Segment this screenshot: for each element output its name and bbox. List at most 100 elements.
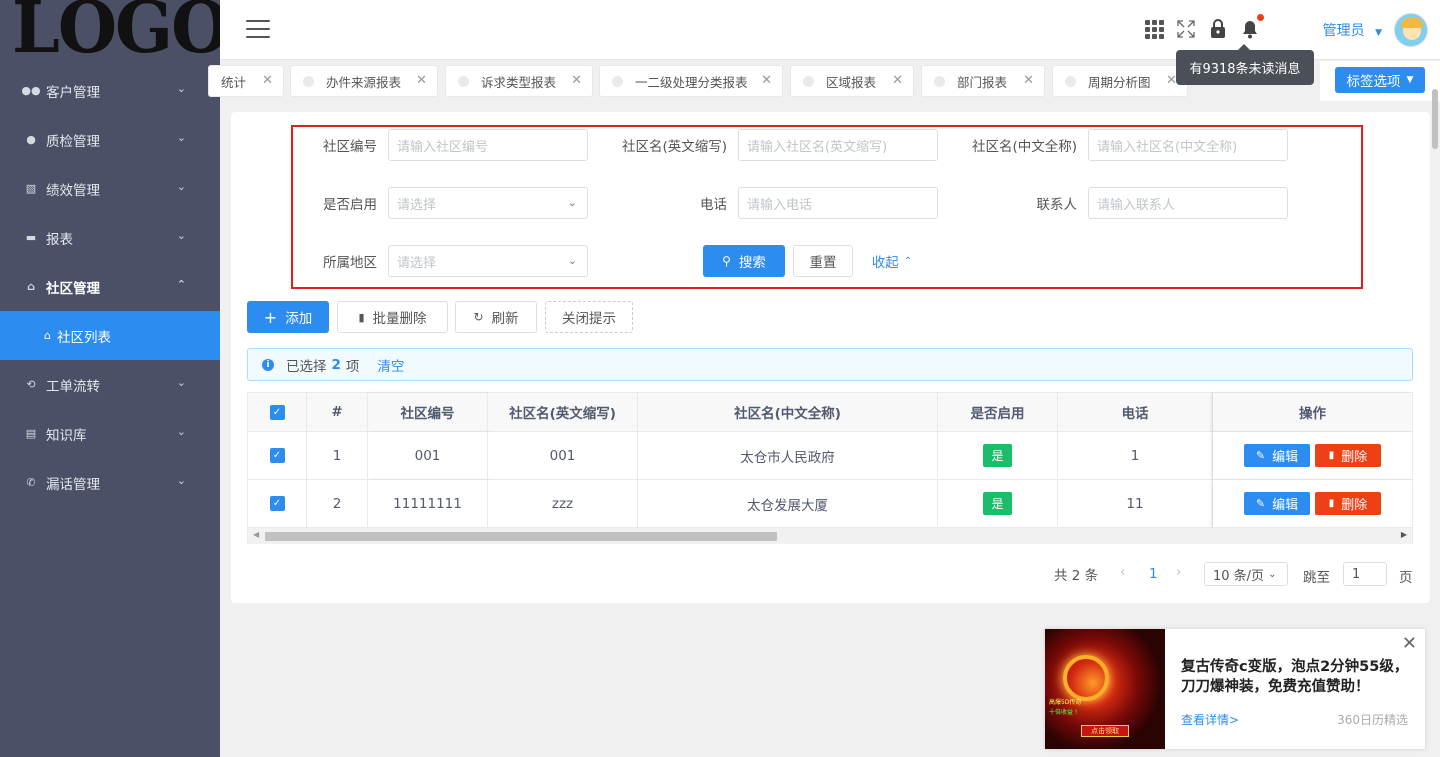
user-menu[interactable]: 管理员 ▼ bbox=[1323, 20, 1382, 40]
ad-more-link[interactable]: 查看详情> bbox=[1181, 711, 1239, 728]
tab-cycle-analysis[interactable]: 周期分析图 ✕ bbox=[1052, 65, 1188, 97]
close-icon[interactable]: ✕ bbox=[571, 73, 582, 88]
phone-input[interactable]: 请输入电话 bbox=[738, 187, 938, 219]
tab-category-report[interactable]: 一二级处理分类报表 ✕ bbox=[599, 65, 783, 97]
next-page-icon[interactable]: › bbox=[1176, 564, 1181, 580]
select-all-checkbox-cell[interactable]: ✓ bbox=[248, 393, 307, 432]
edit-button[interactable]: ✎ 编辑 bbox=[1244, 492, 1310, 515]
community-code-input[interactable]: 请输入社区编号 bbox=[388, 129, 588, 161]
edit-button[interactable]: ✎ 编辑 bbox=[1244, 444, 1310, 467]
community-fullname-input[interactable]: 请输入社区名(中文全称) bbox=[1088, 129, 1288, 161]
close-icon[interactable]: ✕ bbox=[761, 73, 772, 88]
caret-down-icon: ▼ bbox=[1375, 28, 1382, 38]
ad-popup[interactable]: 高爆5D传奇 十倍收益 ! 点击领取 复古传奇c变版，泡点2分钟55级，刀刀爆神… bbox=[1045, 629, 1425, 749]
fullscreen-icon[interactable] bbox=[1176, 18, 1196, 40]
close-icon[interactable]: ✕ bbox=[892, 73, 903, 88]
tab-appeal-type-report[interactable]: 诉求类型报表 ✕ bbox=[445, 65, 593, 97]
region-select[interactable]: 请选择 ⌄ bbox=[388, 245, 588, 277]
sidebar-item-quality[interactable]: ● 质检管理 ⌄ bbox=[0, 115, 220, 164]
column-header[interactable]: 电话 bbox=[1058, 393, 1213, 432]
column-header[interactable]: 社区名(中文全称) bbox=[638, 393, 938, 432]
logo: LOGO bbox=[12, 0, 230, 70]
delete-label: 删除 bbox=[1341, 450, 1368, 465]
check-icon[interactable]: ✓ bbox=[269, 496, 285, 511]
sidebar-item-missed-calls[interactable]: ✆ 漏话管理 ⌄ bbox=[0, 458, 220, 507]
close-tip-button[interactable]: 关闭提示 bbox=[545, 301, 633, 333]
community-abbr-input[interactable]: 请输入社区名(英文缩写) bbox=[738, 129, 938, 161]
selection-alert: i 已选择 2 项 清空 bbox=[247, 348, 1413, 381]
ad-image[interactable]: 高爆5D传奇 十倍收益 ! 点击领取 bbox=[1045, 629, 1165, 749]
column-header[interactable]: 社区编号 bbox=[368, 393, 488, 432]
close-icon[interactable]: ✕ bbox=[416, 73, 427, 88]
scroll-left-icon[interactable]: ◀ bbox=[253, 530, 259, 539]
jump-page-input[interactable]: 1 bbox=[1343, 562, 1387, 586]
add-button[interactable]: + 添加 bbox=[247, 301, 329, 333]
community-table: ✓ # 社区编号 社区名(英文缩写) 社区名(中文全称) 是否启用 电话 操作 … bbox=[247, 392, 1413, 544]
tab-label: 周期分析图 bbox=[1088, 74, 1151, 90]
check-icon[interactable]: ✓ bbox=[269, 404, 285, 420]
horizontal-scrollbar[interactable]: ◀ ▶ bbox=[248, 528, 1412, 544]
page-size-select[interactable]: 10 条/页 ⌄ bbox=[1204, 562, 1288, 586]
column-header[interactable]: 是否启用 bbox=[938, 393, 1058, 432]
collapse-link[interactable]: 收起 ⌃ bbox=[867, 245, 917, 277]
row-checkbox-cell[interactable]: ✓ bbox=[248, 480, 307, 528]
tag-options-button[interactable]: 标签选项 ▼ bbox=[1335, 67, 1425, 93]
page-size-value: 10 条/页 bbox=[1213, 568, 1265, 584]
page-number[interactable]: 1 bbox=[1149, 566, 1158, 582]
lock-icon[interactable] bbox=[1208, 18, 1228, 40]
menu-toggle-icon[interactable] bbox=[246, 20, 270, 38]
delete-button[interactable]: ▮ 删除 bbox=[1315, 444, 1381, 467]
enabled-select[interactable]: 请选择 ⌄ bbox=[388, 187, 588, 219]
prev-page-icon[interactable]: ‹ bbox=[1120, 564, 1125, 580]
chart-icon: ▧ bbox=[25, 182, 37, 195]
clock-icon: ● bbox=[26, 133, 36, 146]
tab-dept-report[interactable]: 部门报表 ✕ bbox=[921, 65, 1045, 97]
clear-selection-link[interactable]: 清空 bbox=[377, 355, 404, 375]
ad-image-button: 点击领取 bbox=[1081, 725, 1129, 737]
search-button[interactable]: ⚲ 搜索 bbox=[703, 245, 785, 277]
sidebar-item-reports[interactable]: ▬ 报表 ⌄ bbox=[0, 213, 220, 262]
column-header[interactable]: 社区名(英文缩写) bbox=[488, 393, 638, 432]
chevron-down-icon: ⌄ bbox=[1268, 568, 1277, 580]
contact-input[interactable]: 请输入联系人 bbox=[1088, 187, 1288, 219]
sidebar-item-customer[interactable]: ●● 客户管理 ⌄ bbox=[0, 66, 220, 115]
info-icon: i bbox=[262, 358, 274, 371]
field-label: 社区名(中文全称) bbox=[971, 139, 1077, 155]
sidebar-item-community[interactable]: ⌂ 社区管理 ⌃ bbox=[0, 262, 220, 311]
table-cell: 是 bbox=[938, 480, 1058, 528]
refresh-icon: ↻ bbox=[473, 310, 484, 324]
sidebar-item-performance[interactable]: ▧ 绩效管理 ⌄ bbox=[0, 164, 220, 213]
edit-icon: ✎ bbox=[1255, 497, 1266, 510]
bell-icon[interactable] bbox=[1240, 14, 1264, 40]
row-checkbox-cell[interactable]: ✓ bbox=[248, 432, 307, 480]
check-icon[interactable]: ✓ bbox=[269, 448, 285, 463]
sidebar-subitem-community-list[interactable]: ⌂ 社区列表 bbox=[0, 311, 220, 360]
batch-delete-button[interactable]: ▮ 批量删除 bbox=[337, 301, 448, 333]
selected-count: 2 bbox=[331, 356, 341, 373]
close-icon[interactable]: ✕ bbox=[262, 73, 273, 88]
tab-source-report[interactable]: 办件来源报表 ✕ bbox=[290, 65, 438, 97]
close-icon[interactable]: ✕ bbox=[1402, 633, 1417, 654]
ad-title[interactable]: 复古传奇c变版，泡点2分钟55级，刀刀爆神装，免费充值赞助！ bbox=[1181, 657, 1413, 697]
table-cell: 001 bbox=[488, 432, 638, 480]
close-icon[interactable]: ✕ bbox=[1023, 73, 1034, 88]
sidebar-item-knowledge[interactable]: ▤ 知识库 ⌄ bbox=[0, 409, 220, 458]
avatar[interactable] bbox=[1394, 13, 1428, 47]
sidebar-item-workorder[interactable]: ⟲ 工单流转 ⌄ bbox=[0, 360, 220, 409]
scroll-right-icon[interactable]: ▶ bbox=[1401, 530, 1407, 539]
tab-label: 办件来源报表 bbox=[326, 74, 402, 90]
tab-region-report[interactable]: 区域报表 ✕ bbox=[790, 65, 914, 97]
column-header: # bbox=[307, 393, 368, 432]
search-icon: ⚲ bbox=[722, 254, 731, 268]
scroll-thumb[interactable] bbox=[265, 532, 777, 541]
delete-button[interactable]: ▮ 删除 bbox=[1315, 492, 1381, 515]
trash-icon: ▮ bbox=[1328, 498, 1335, 509]
reset-button[interactable]: 重置 bbox=[793, 245, 853, 277]
scrollbar[interactable] bbox=[1432, 89, 1438, 149]
refresh-button[interactable]: ↻ 刷新 bbox=[455, 301, 537, 333]
tab-stats[interactable]: 统计 ✕ bbox=[208, 65, 284, 97]
field-label: 是否启用 bbox=[323, 197, 377, 213]
apps-grid-icon[interactable] bbox=[1144, 18, 1164, 40]
tag-options-area: 标签选项 ▼ bbox=[1320, 61, 1440, 101]
table-cell: 太仓市人民政府 bbox=[638, 432, 938, 480]
